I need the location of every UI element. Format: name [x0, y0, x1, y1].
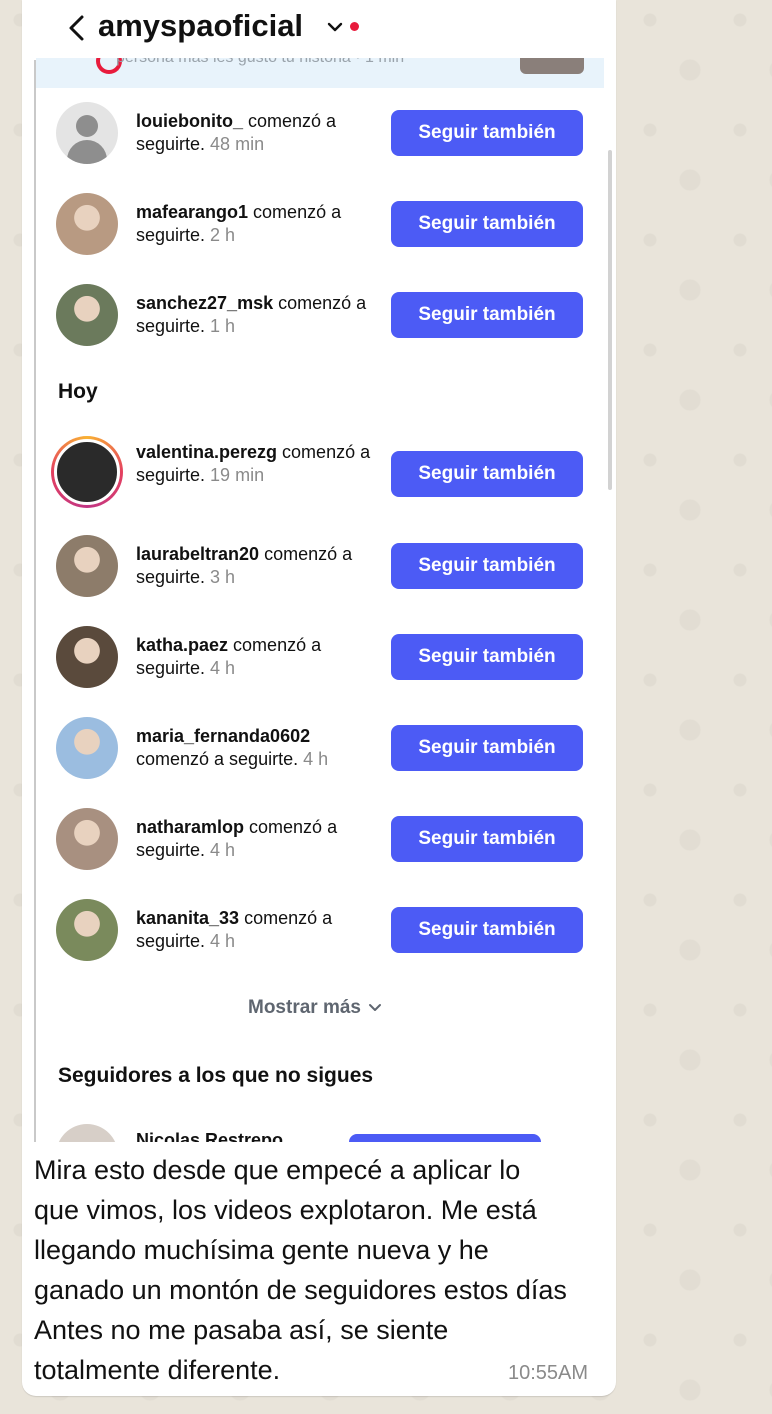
notification-time: 2 h	[205, 225, 236, 245]
notification-time: 1 h	[205, 316, 236, 336]
follow-back-button[interactable]: Seguir también	[391, 634, 583, 680]
username[interactable]: sanchez27_msk	[136, 293, 273, 313]
story-likes-banner[interactable]: persona más les gustó tu historia · 1 mi…	[36, 58, 604, 88]
chevron-down-icon	[369, 1004, 381, 1011]
profile-header: amyspaoficial	[34, 0, 616, 58]
notification-time: 19 min	[205, 465, 265, 485]
action-text: comenzó a seguirte.	[136, 749, 299, 769]
notification-text: katha.paez comenzó a seguirte. 4 h	[136, 634, 376, 680]
follow-back-button[interactable]: Seguir también	[391, 816, 583, 862]
avatar[interactable]	[56, 535, 118, 597]
follow-back-button[interactable]: Seguir también	[391, 110, 583, 156]
notification-text: louiebonito_ comenzó a seguirte. 48 min	[136, 110, 376, 156]
scrollbar[interactable]	[608, 150, 612, 490]
username[interactable]: kananita_33	[136, 908, 239, 928]
notification-time: 4 h	[205, 658, 236, 678]
instagram-screenshot[interactable]: amyspaoficial persona más les gustó tu h…	[34, 0, 616, 1142]
notification-text: sanchez27_msk comenzó a seguirte. 1 h	[136, 292, 376, 338]
notification-time: 4 h	[205, 840, 236, 860]
message-timestamp: 10:55AM	[508, 1362, 589, 1384]
avatar[interactable]	[56, 899, 118, 961]
username[interactable]: natharamlop	[136, 817, 244, 837]
avatar[interactable]	[56, 102, 118, 164]
banner-text: persona más les gustó tu historia · 1 mi…	[116, 58, 404, 67]
username[interactable]: louiebonito_	[136, 111, 243, 131]
username[interactable]: katha.paez	[136, 635, 228, 655]
default-avatar-head	[76, 115, 98, 137]
username[interactable]: laurabeltran20	[136, 544, 259, 564]
follow-back-button[interactable]: Seguir también	[391, 725, 583, 771]
follow-back-button[interactable]: Seguir también	[391, 543, 583, 589]
show-more-label: Mostrar más	[248, 997, 361, 1018]
avatar[interactable]	[56, 626, 118, 688]
account-name[interactable]: amyspaoficial	[98, 8, 303, 44]
notification-text: mafearango1 comenzó a seguirte. 2 h	[136, 201, 376, 247]
username[interactable]: maria_fernanda0602	[136, 726, 310, 746]
username[interactable]: mafearango1	[136, 202, 248, 222]
notification-time: 48 min	[205, 134, 265, 154]
avatar[interactable]	[56, 808, 118, 870]
avatar[interactable]	[56, 717, 118, 779]
notification-text: maria_fernanda0602 comenzó a seguirte. 4…	[136, 725, 376, 771]
avatar[interactable]	[51, 436, 123, 508]
follow-back-button[interactable]: Seguir también	[391, 451, 583, 497]
show-more-link[interactable]: Mostrar más	[248, 997, 383, 1019]
section-today-title: Hoy	[58, 380, 98, 403]
section-not-followed-title: Seguidores a los que no sigues	[58, 1064, 374, 1087]
back-arrow-icon[interactable]	[64, 14, 92, 42]
follow-back-button[interactable]: Seguir también	[391, 292, 583, 338]
story-thumbnail	[520, 58, 584, 74]
username[interactable]: valentina.perezg	[136, 442, 277, 462]
message-text: Mira esto desde que empecé a aplicar lo …	[34, 1155, 567, 1385]
follow-back-button[interactable]: Seguir también	[391, 907, 583, 953]
message-bubble: amyspaoficial persona más les gustó tu h…	[22, 0, 616, 1396]
avatar[interactable]	[56, 284, 118, 346]
notification-text: valentina.perezg comenzó a seguirte. 19 …	[136, 441, 376, 487]
notification-dot	[350, 22, 359, 31]
notification-time: 4 h	[298, 749, 329, 769]
notification-text: natharamlop comenzó a seguirte. 4 h	[136, 816, 376, 862]
default-avatar-body	[67, 140, 107, 164]
notification-time: 3 h	[205, 567, 236, 587]
follow-button[interactable]	[349, 1134, 541, 1142]
notification-text: kananita_33 comenzó a seguirte. 4 h	[136, 907, 376, 953]
notification-text: laurabeltran20 comenzó a seguirte. 3 h	[136, 543, 376, 589]
avatar[interactable]	[56, 193, 118, 255]
avatar-photo	[54, 439, 120, 505]
chevron-down-icon[interactable]	[326, 18, 344, 36]
follow-back-button[interactable]: Seguir también	[391, 201, 583, 247]
partial-username[interactable]: Nicolas Restrepo	[136, 1130, 283, 1142]
screenshot-edge	[34, 60, 36, 1142]
avatar[interactable]	[56, 1124, 118, 1142]
notification-time: 4 h	[205, 931, 236, 951]
